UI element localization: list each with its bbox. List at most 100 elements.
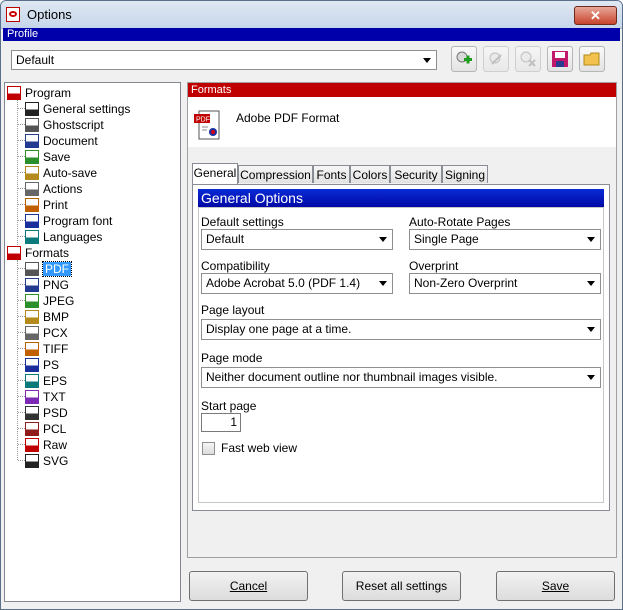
tree-item-general-settings[interactable]: General settings (25, 100, 130, 116)
chevron-down-icon (423, 58, 431, 63)
tree-item-label: Program (25, 85, 72, 100)
fast-web-view-checkbox[interactable] (202, 442, 215, 455)
pcx-file-icon (25, 325, 39, 340)
reset-all-settings-button[interactable]: Reset all settings (342, 571, 461, 601)
tree-connector (18, 332, 25, 333)
options-tree[interactable]: Program General settings Ghostscript Docume… (4, 82, 181, 602)
formats-header: Formats (188, 83, 616, 97)
tree-connector (18, 428, 25, 429)
tree-item-languages[interactable]: Languages (25, 228, 102, 244)
general-options-group: Default settings Default Auto-Rotate Pag… (198, 207, 604, 503)
start-page-value: 1 (230, 415, 237, 429)
languages-icon (25, 229, 39, 244)
tree-node-program[interactable]: Program (7, 84, 71, 100)
tab-fonts[interactable]: Fonts (313, 165, 350, 183)
chevron-down-icon (379, 237, 387, 242)
tree-item-tiff[interactable]: TIFF (25, 340, 68, 356)
tree-connector (18, 316, 25, 317)
txt-file-icon (25, 389, 39, 404)
tree-item-label: PCL (43, 421, 67, 436)
tree-item-label: Raw (43, 437, 68, 452)
tree-connector (18, 348, 25, 349)
tree-item-jpeg[interactable]: JPEG (25, 292, 74, 308)
profile-header: Profile (3, 28, 620, 41)
page-layout-label: Page layout (201, 303, 265, 317)
chevron-down-icon (587, 375, 595, 380)
tree-item-label: PSD (43, 405, 68, 420)
program-font-icon (25, 213, 39, 228)
tree-item-ps[interactable]: PS (25, 356, 59, 372)
tree-connector (18, 284, 25, 285)
tree-item-eps[interactable]: EPS (25, 372, 67, 388)
delete-profile-button[interactable] (515, 46, 541, 72)
tab-label: Signing (444, 168, 486, 182)
tree-item-pcx[interactable]: PCX (25, 324, 68, 340)
title-bar: Options ✕ (1, 1, 622, 29)
tree-item-png[interactable]: PNG (25, 276, 69, 292)
tree-item-svg[interactable]: SVG (25, 452, 68, 468)
tree-item-label: Actions (43, 181, 83, 196)
svg-text:PDF: PDF (196, 117, 210, 124)
general-tab-content: General Options Default settings Default… (192, 184, 610, 511)
add-profile-button[interactable] (451, 46, 477, 72)
tree-item-actions[interactable]: Actions (25, 180, 82, 196)
add-profile-icon (456, 51, 472, 64)
pcl-file-icon (25, 421, 39, 436)
tree-item-label: JPEG (43, 293, 75, 308)
cancel-button[interactable]: Cancel (189, 571, 308, 601)
tree-item-bmp[interactable]: BMP (25, 308, 69, 324)
default-settings-select[interactable]: Default (201, 229, 393, 250)
page-mode-select[interactable]: Neither document outline nor thumbnail i… (201, 367, 601, 388)
tree-item-label: TXT (43, 389, 66, 404)
fast-web-view-label[interactable]: Fast web view (221, 441, 297, 455)
tree-item-program-font[interactable]: Program font (25, 212, 112, 228)
save-profile-button[interactable] (547, 46, 573, 72)
tab-label: Colors (352, 168, 388, 182)
tree-item-raw[interactable]: Raw (25, 436, 67, 452)
tree-item-psd[interactable]: PSD (25, 404, 68, 420)
tree-connector (18, 156, 25, 157)
auto-rotate-select[interactable]: Single Page (409, 229, 601, 250)
save-icon (25, 149, 39, 164)
page-layout-select[interactable]: Display one page at a time. (201, 319, 601, 340)
profile-select[interactable]: Default (11, 50, 437, 70)
overprint-value: Non-Zero Overprint (414, 276, 518, 290)
save-button-label: Save (541, 579, 570, 593)
load-profile-button[interactable] (579, 46, 605, 72)
tree-connector (18, 172, 25, 173)
tree-item-txt[interactable]: TXT (25, 388, 66, 404)
tree-item-pcl[interactable]: PCL (25, 420, 66, 436)
document-icon (25, 133, 39, 148)
save-button[interactable]: Save (496, 571, 615, 601)
close-button[interactable]: ✕ (574, 6, 617, 25)
tree-item-document[interactable]: Document (25, 132, 98, 148)
cancel-button-label: Cancel (229, 579, 268, 593)
app-icon (6, 7, 20, 22)
reset-button-label: Reset all settings (355, 579, 448, 593)
tab-security[interactable]: Security (390, 165, 442, 183)
start-page-input[interactable]: 1 (201, 413, 241, 432)
tree-item-save[interactable]: Save (25, 148, 70, 164)
rename-profile-button[interactable] (483, 46, 509, 72)
tab-compression[interactable]: Compression (238, 165, 313, 183)
program-folder-icon (7, 85, 21, 100)
tree-item-print[interactable]: Print (25, 196, 68, 212)
tree-item-auto-save[interactable]: Auto-save (25, 164, 97, 180)
tree-connector (18, 268, 25, 269)
ps-file-icon (25, 357, 39, 372)
tree-item-ghostscript[interactable]: Ghostscript (25, 116, 104, 132)
tree-item-pdf[interactable]: PDF (25, 260, 72, 277)
tab-signing[interactable]: Signing (442, 165, 488, 183)
tab-general[interactable]: General (192, 163, 238, 184)
tree-connector (18, 380, 25, 381)
format-name: Adobe PDF Format (236, 111, 340, 125)
compatibility-select[interactable]: Adobe Acrobat 5.0 (PDF 1.4) (201, 273, 393, 294)
tree-node-formats[interactable]: Formats (7, 244, 69, 260)
tab-colors[interactable]: Colors (350, 165, 390, 183)
overprint-select[interactable]: Non-Zero Overprint (409, 273, 601, 294)
save-profile-icon (552, 51, 568, 67)
svg-file-icon (25, 453, 39, 468)
tree-item-label: Program font (43, 213, 113, 228)
tree-item-label: Languages (43, 229, 103, 244)
tree-item-label: PCX (43, 325, 68, 340)
